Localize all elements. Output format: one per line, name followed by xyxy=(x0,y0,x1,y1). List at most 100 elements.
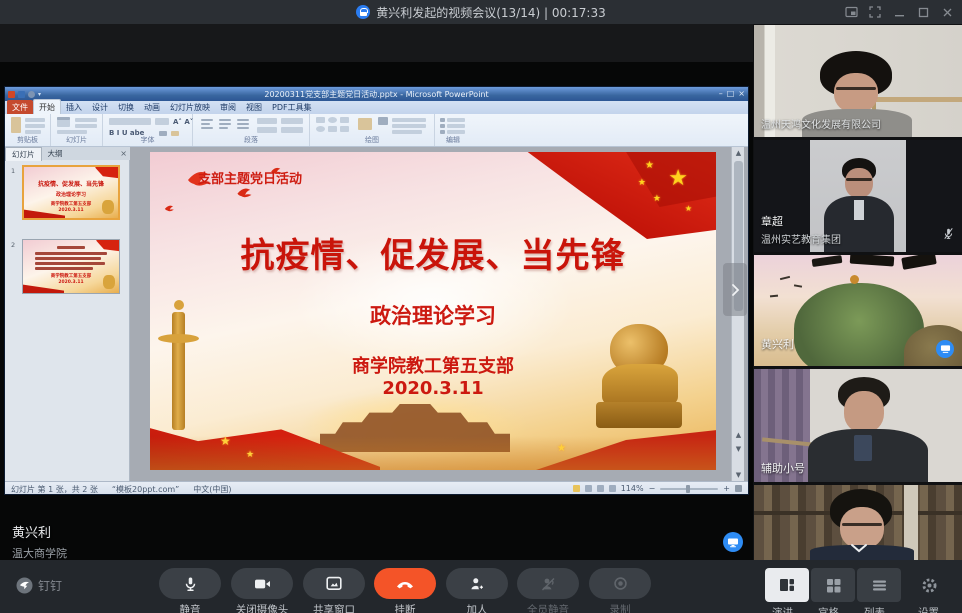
powerpoint-doc-title: 20200311党支部主题党日活动.pptx - Microsoft Power… xyxy=(5,89,748,100)
current-slide: ★ ★ ★ ★ ★ xyxy=(150,152,716,470)
previous-slide-icon[interactable]: ▲ xyxy=(732,429,745,441)
powerpoint-window: ▾ 20200311党支部主题党日活动.pptx - Microsoft Pow… xyxy=(5,87,748,494)
speaker-name: 黄兴利 xyxy=(12,522,67,541)
tab-design[interactable]: 设计 xyxy=(87,100,113,114)
ppt-close-icon[interactable]: × xyxy=(738,88,745,99)
reading-view-icon[interactable] xyxy=(597,485,604,492)
speaker-view-icon xyxy=(779,578,795,592)
slide-subtitle-text: 政治理论学习 xyxy=(150,300,716,330)
record-icon xyxy=(613,576,628,591)
slide-number-1: 1 xyxy=(11,167,15,175)
participant-tile-1[interactable]: 温州天鸿文化发展有限公司 xyxy=(754,25,962,137)
panel-tab-slides[interactable]: 幻灯片 xyxy=(5,147,42,161)
titlebar: 黄兴利发起的视频会议(13/14) | 00:17:33 xyxy=(0,0,962,24)
view-list-label: 列表 xyxy=(864,605,885,613)
camera-off-button[interactable]: 关闭摄像头 xyxy=(226,568,298,613)
sorter-view-icon[interactable] xyxy=(585,485,592,492)
participant-tile-4[interactable]: 辅助小号 xyxy=(754,369,962,482)
fullscreen-icon[interactable] xyxy=(868,5,882,19)
participant-tile-2[interactable]: 章超 温州实艺教育集团 xyxy=(754,140,962,252)
tab-file[interactable]: 文件 xyxy=(7,100,33,114)
pip-mode-icon[interactable] xyxy=(844,5,858,19)
slide-date-text: 2020.3.11 xyxy=(150,378,716,399)
gear-icon xyxy=(921,577,938,594)
minimize-icon[interactable] xyxy=(892,5,906,19)
ribbon-group-clipboard: 剪贴板 xyxy=(5,114,51,146)
meeting-title: 黄兴利发起的视频会议(13/14) | 00:17:33 xyxy=(376,4,606,21)
mute-all-icon xyxy=(540,576,556,592)
slides-panel: 幻灯片 大纲 × 1 抗疫情、促发展、当先锋 政治理论学习 商学院教工第五支部 … xyxy=(5,147,130,481)
add-person-button[interactable]: 加人 xyxy=(441,568,513,613)
participant-name: 辅助小号 xyxy=(761,460,805,476)
settings-label: 设置 xyxy=(918,605,939,613)
slide-thumbnail-2[interactable]: 商学院教工第五支部 2020.3.11 xyxy=(22,239,120,294)
hangup-phone-icon xyxy=(395,579,415,589)
participant-org: 温州实艺教育集团 xyxy=(761,231,841,246)
tab-view[interactable]: 视图 xyxy=(241,100,267,114)
more-participants-chevron-icon[interactable] xyxy=(849,539,869,558)
view-speaker-button[interactable] xyxy=(765,568,809,602)
zoom-in-icon[interactable]: + xyxy=(723,484,730,493)
ribbon: 剪贴板 幻灯片 A˄ A˅ B I U abe 字 xyxy=(5,114,748,147)
tab-animations[interactable]: 动画 xyxy=(139,100,165,114)
hangup-button[interactable]: 挂断 xyxy=(369,568,441,613)
close-icon[interactable] xyxy=(940,5,954,19)
participant-tile-5[interactable] xyxy=(754,485,962,560)
add-person-icon xyxy=(469,576,485,592)
list-view-icon xyxy=(872,579,887,592)
zoom-out-icon[interactable]: − xyxy=(649,484,656,493)
normal-view-icon[interactable] xyxy=(573,485,580,492)
tab-home[interactable]: 开始 xyxy=(33,99,61,114)
tab-transitions[interactable]: 切换 xyxy=(113,100,139,114)
sidebar-collapse-handle[interactable] xyxy=(723,263,747,316)
slide-counter: 幻灯片 第 1 张，共 2 张 xyxy=(11,484,98,495)
panel-tab-outline[interactable]: 大纲 xyxy=(42,147,69,160)
settings-button[interactable] xyxy=(916,572,942,598)
ribbon-group-drawing: 绘图 xyxy=(310,114,435,146)
ribbon-group-font: A˄ A˅ B I U abe 字体 xyxy=(103,114,193,146)
zoom-level: 114% xyxy=(621,484,644,493)
view-list-button[interactable] xyxy=(857,568,901,602)
participant-name: 章超 xyxy=(761,213,841,229)
slideshow-view-icon[interactable] xyxy=(609,485,616,492)
ppt-maximize-icon[interactable]: □ xyxy=(727,88,735,99)
panel-close-icon[interactable]: × xyxy=(120,149,127,158)
tab-insert[interactable]: 插入 xyxy=(61,100,87,114)
screen-share-icon xyxy=(723,532,743,552)
mic-muted-icon xyxy=(943,225,954,244)
slide-thumbnail-1[interactable]: 抗疫情、促发展、当先锋 政治理论学习 商学院教工第五支部 2020.3.11 xyxy=(22,165,120,220)
view-grid-button[interactable] xyxy=(811,568,855,602)
participant-label: 温州天鸿文化发展有限公司 xyxy=(761,116,881,131)
ribbon-tab-bar: 文件 开始 插入 设计 切换 动画 幻灯片放映 审阅 视图 PDF工具集 xyxy=(5,101,748,114)
next-slide-icon[interactable]: ▼ xyxy=(732,443,745,455)
dingtalk-logo-icon xyxy=(16,577,33,594)
view-speaker-label: 演讲 xyxy=(772,605,793,613)
participant-name: 黄兴利 xyxy=(761,336,794,352)
maximize-icon[interactable] xyxy=(916,5,930,19)
ppt-status-bar: 幻灯片 第 1 张，共 2 张 “模板20ppt.com” 中文(中国) 114… xyxy=(5,481,748,494)
ppt-minimize-icon[interactable]: – xyxy=(719,88,723,99)
slide-department-text: 商学院教工第五支部 xyxy=(150,352,716,378)
participant-tile-3-active-sharing[interactable]: 黄兴利 xyxy=(754,255,962,366)
mute-all-button[interactable]: 全员静音 xyxy=(512,568,584,613)
share-window-icon xyxy=(326,576,342,591)
meeting-window: 黄兴利发起的视频会议(13/14) | 00:17:33 xyxy=(0,0,962,613)
share-window-button[interactable]: 共享窗口 xyxy=(298,568,370,613)
tab-slideshow[interactable]: 幻灯片放映 xyxy=(165,100,215,114)
mute-button[interactable]: 静音 xyxy=(154,568,226,613)
grid-view-icon xyxy=(826,578,841,593)
scroll-up-icon[interactable]: ▲ xyxy=(732,147,745,159)
record-button[interactable]: 录制 xyxy=(584,568,656,613)
ribbon-group-paragraph: 段落 xyxy=(193,114,310,146)
language-indicator: 中文(中国) xyxy=(193,484,231,495)
scroll-down-icon[interactable]: ▼ xyxy=(732,469,745,481)
theme-name: “模板20ppt.com” xyxy=(112,484,179,495)
shared-desktop-band xyxy=(0,24,753,62)
zoom-slider[interactable] xyxy=(660,488,718,490)
tab-pdf-tools[interactable]: PDF工具集 xyxy=(267,100,317,114)
fit-window-icon[interactable] xyxy=(735,485,742,492)
slide-canvas: ★ ★ ★ ★ ★ xyxy=(130,147,748,481)
bottom-toolbar: 钉钉 静音 关闭摄像头 共享窗口 挂断 xyxy=(0,560,962,613)
tab-review[interactable]: 审阅 xyxy=(215,100,241,114)
slide-number-2: 2 xyxy=(11,241,15,249)
